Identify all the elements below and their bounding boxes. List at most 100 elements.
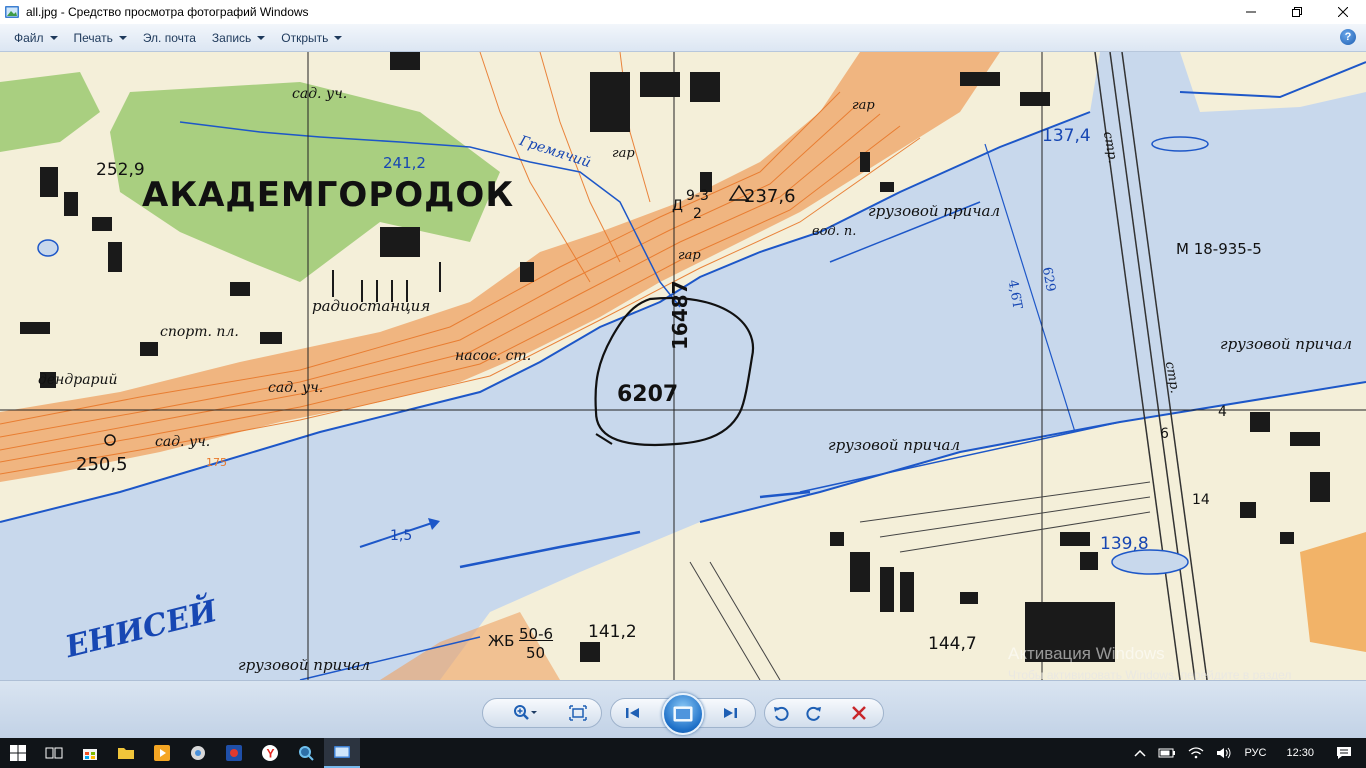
tray-battery[interactable] <box>1152 748 1182 758</box>
rotate-left-button[interactable] <box>768 701 794 725</box>
map-label-elev-139: 139,8 <box>1100 534 1149 554</box>
tray-notifications[interactable] <box>1328 746 1366 760</box>
help-button[interactable]: ? <box>1340 29 1356 45</box>
chevron-up-icon <box>1134 749 1146 757</box>
previous-button[interactable] <box>620 701 646 725</box>
fit-icon <box>569 705 587 721</box>
taskbar-app-5[interactable] <box>216 738 252 768</box>
maximize-button[interactable] <box>1274 0 1320 24</box>
map-label-dendrarium: дендрарий <box>38 372 118 388</box>
activation-watermark-title: Активация Windows <box>1008 644 1165 663</box>
tray-chevron[interactable] <box>1128 748 1152 758</box>
rotate-right-button[interactable] <box>801 701 827 725</box>
folder-icon <box>118 748 134 759</box>
taskbar-app-4[interactable] <box>180 738 216 768</box>
minimize-button[interactable] <box>1228 0 1274 24</box>
previous-icon <box>626 708 639 718</box>
menu-email[interactable]: Эл. почта <box>135 27 204 49</box>
chevron-down-icon <box>334 35 343 40</box>
delete-button[interactable] <box>846 701 872 725</box>
map-label-frac-50: 50 <box>526 644 546 662</box>
taskbar-yandex-browser[interactable]: Y <box>252 738 288 768</box>
yandex-browser-icon: Y <box>262 745 278 761</box>
map-label-elev-141: 141,2 <box>588 622 637 642</box>
map-label-sport-pl: спорт. пл. <box>160 324 239 340</box>
taskbar-store[interactable] <box>72 738 108 768</box>
taskbar-search-app[interactable] <box>288 738 324 768</box>
taskbar-explorer[interactable] <box>108 738 144 768</box>
map-label-elev-241: 241,2 <box>383 154 426 172</box>
minimize-icon <box>1246 11 1256 13</box>
next-button[interactable] <box>717 701 743 725</box>
map-label-sad-uch-1: сад. уч. <box>292 86 348 102</box>
map-label-gruzovoy-4: грузовой причал <box>238 656 371 674</box>
topographic-map <box>0 52 1366 680</box>
next-icon <box>724 708 737 718</box>
map-label-sad-uch-3: сад. уч. <box>155 434 211 450</box>
store-icon <box>83 749 97 760</box>
chevron-down-icon <box>49 35 58 40</box>
menu-print-label: Печать <box>73 30 113 45</box>
actual-size-button[interactable] <box>565 701 591 725</box>
map-label-gruzovoy-2: грузовой причал <box>1220 335 1353 353</box>
map-label-frac-93: 9-3 <box>686 188 709 204</box>
viewer-control-bar <box>0 680 1366 738</box>
map-label-elev-237: 237,6 <box>744 186 796 207</box>
map-label-gruzovoy-3: грузовой причал <box>828 436 961 454</box>
menu-bar: Файл Печать Эл. почта Запись Открыть ? <box>0 24 1366 52</box>
wifi-icon <box>1189 747 1204 759</box>
restore-icon <box>1292 7 1302 17</box>
tray-language[interactable]: РУС <box>1238 747 1272 759</box>
menu-burn-label: Запись <box>211 30 252 45</box>
map-label-elev-252: 252,9 <box>96 160 145 180</box>
map-label-coord-6207: 6207 <box>617 382 679 407</box>
delete-icon <box>852 706 866 720</box>
search-icon <box>299 746 314 761</box>
menu-file[interactable]: Файл <box>6 27 66 49</box>
map-label-elev-250: 250,5 <box>76 454 128 475</box>
map-label-num-6: 6 <box>1160 426 1169 442</box>
taskbar: Y РУС 12:30 <box>0 738 1366 768</box>
map-label-gar-1: гар <box>852 98 875 113</box>
map-label-radiostation: радиостанция <box>312 297 431 315</box>
map-label-num-175: 175 <box>206 456 227 469</box>
app-icon <box>191 746 205 760</box>
taskbar-media[interactable] <box>144 738 180 768</box>
map-label-gar-2: гар <box>612 146 635 161</box>
image-viewer[interactable]: АКАДЕМГОРОДОК радиостанция дендрарий сад… <box>0 52 1366 680</box>
task-view-button[interactable] <box>36 738 72 768</box>
windows-logo-icon <box>10 745 26 761</box>
close-icon <box>1338 7 1348 17</box>
map-label-nasos-st: насос. ст. <box>455 348 532 364</box>
start-button[interactable] <box>0 738 36 768</box>
zoom-icon <box>514 705 537 720</box>
menu-burn[interactable]: Запись <box>204 27 273 49</box>
map-label-akademgorodok: АКАДЕМГОРОДОК <box>142 175 515 215</box>
menu-email-label: Эл. почта <box>142 30 196 45</box>
rotate-left-icon <box>774 706 789 721</box>
media-player-icon <box>154 745 170 761</box>
tray-volume[interactable] <box>1210 746 1238 760</box>
tray-clock[interactable]: 12:30 <box>1272 747 1328 759</box>
close-button[interactable] <box>1320 0 1366 24</box>
map-label-elev-137: 137,4 <box>1042 126 1091 146</box>
slideshow-button[interactable] <box>662 693 704 735</box>
tray-wifi[interactable] <box>1182 746 1210 760</box>
window-title: all.jpg - Средство просмотра фотографий … <box>26 5 309 19</box>
map-label-frac-2: 2 <box>693 206 702 222</box>
menu-open-label: Открыть <box>281 30 329 45</box>
photo-viewer-icon <box>334 746 350 758</box>
menu-open[interactable]: Открыть <box>273 27 350 49</box>
menu-print[interactable]: Печать <box>66 27 135 49</box>
chevron-down-icon <box>118 35 127 40</box>
map-label-depth: 1,5 <box>390 528 413 544</box>
map-label-bridge: М 18-935-5 <box>1176 240 1262 258</box>
svg-text:Y: Y <box>267 747 275 761</box>
map-label-coord-16487: 16487 <box>668 280 692 350</box>
zoom-button[interactable] <box>508 701 542 725</box>
map-label-jb: ЖБ <box>488 632 515 650</box>
menu-file-label: Файл <box>14 30 44 45</box>
map-label-num-14: 14 <box>1192 492 1210 508</box>
taskbar-photo-viewer[interactable] <box>324 738 360 768</box>
battery-icon <box>1158 748 1176 758</box>
